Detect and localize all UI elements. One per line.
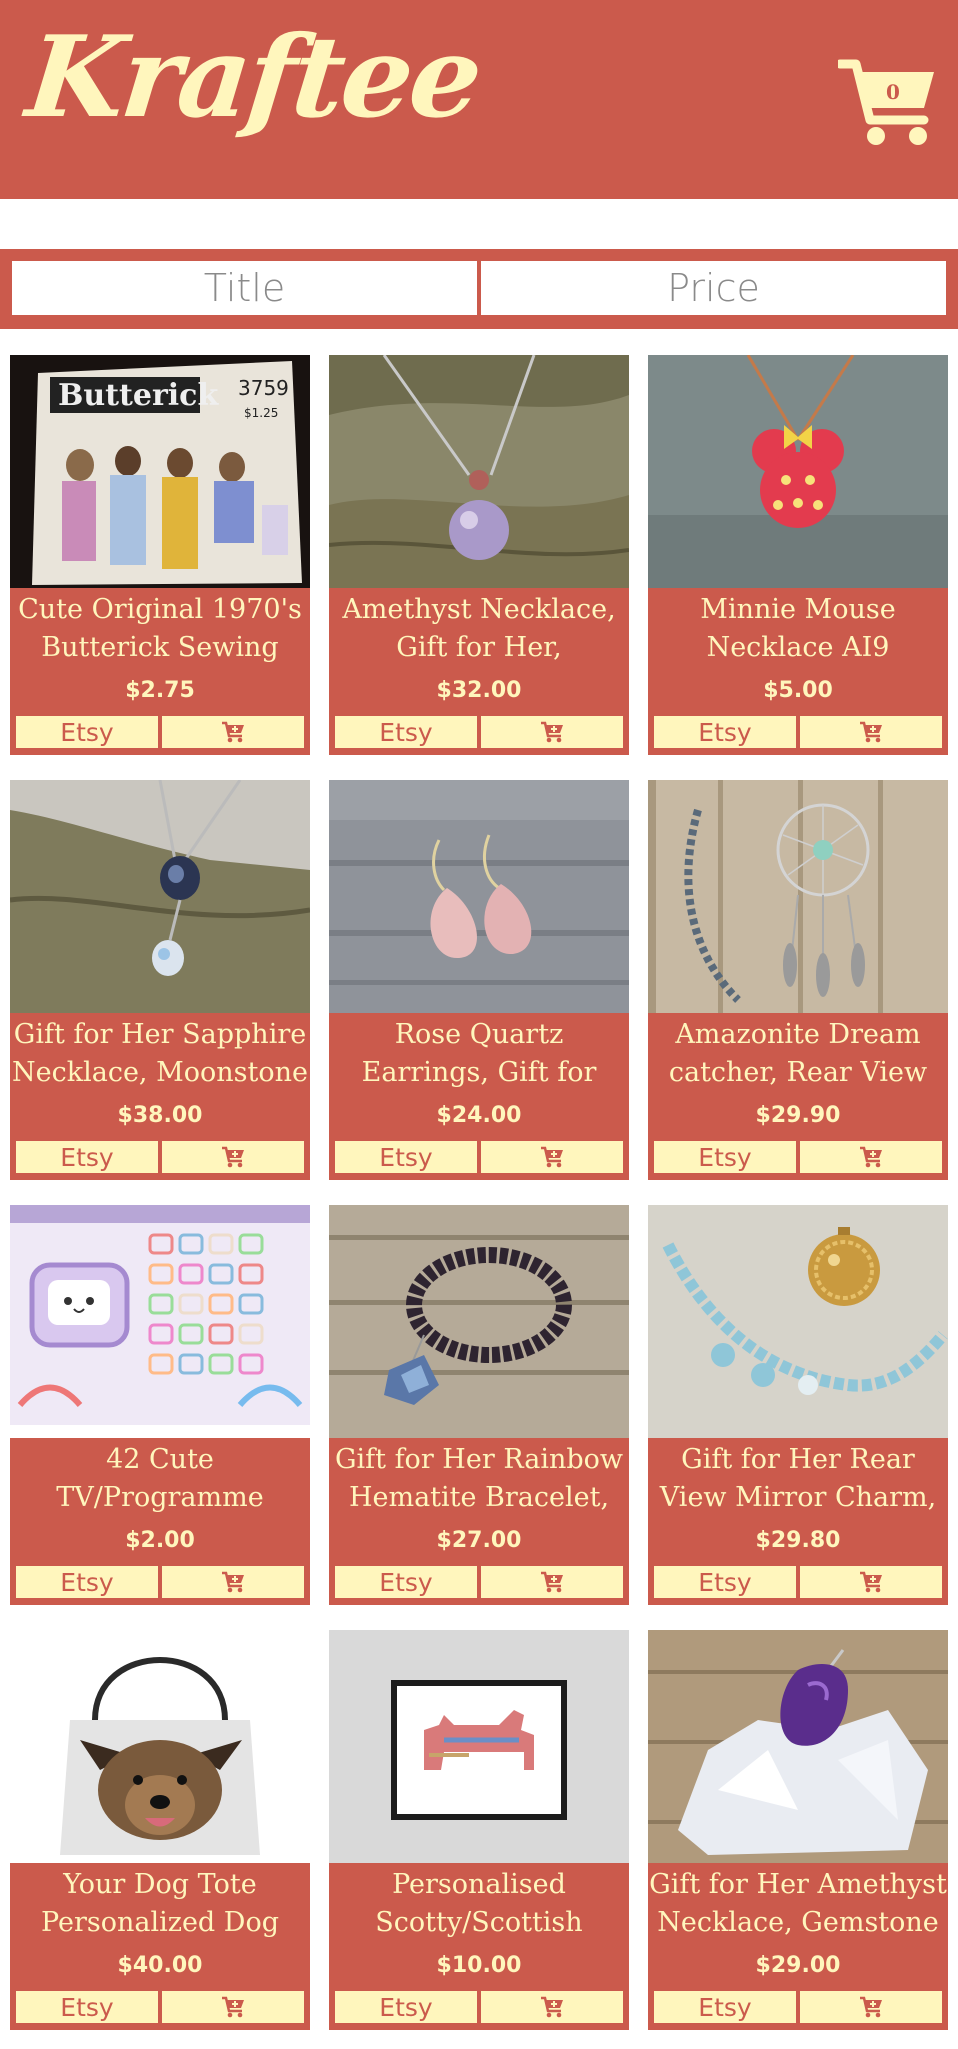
product-card[interactable]: Amethyst Necklace, Gift for Her, $32.00 … bbox=[329, 355, 629, 755]
product-card[interactable]: Your Dog Tote Personalized Dog $40.00 Et… bbox=[10, 1630, 310, 2030]
etsy-button[interactable]: Etsy bbox=[333, 1989, 479, 2025]
product-price: $24.00 bbox=[436, 1103, 522, 1128]
etsy-button[interactable]: Etsy bbox=[652, 1564, 798, 1600]
add-to-cart-button[interactable] bbox=[479, 1139, 625, 1175]
etsy-button[interactable]: Etsy bbox=[333, 1139, 479, 1175]
product-image-tv-stickers[interactable] bbox=[10, 1205, 310, 1438]
cart-icon bbox=[860, 721, 882, 743]
product-card[interactable]: Gift for Her Sapphire Necklace, Moonston… bbox=[10, 780, 310, 1180]
add-to-cart-button[interactable] bbox=[798, 1989, 944, 2025]
add-to-cart-button[interactable] bbox=[798, 1139, 944, 1175]
product-title[interactable]: Gift for Her Rainbow Hematite Bracelet, bbox=[329, 1441, 629, 1517]
etsy-button[interactable]: Etsy bbox=[14, 1989, 160, 2025]
product-image-dog-tote[interactable] bbox=[10, 1630, 310, 1863]
product-card[interactable]: Butterick 3759 $1.25 Cute Original 1970'… bbox=[10, 355, 310, 755]
product-price: $5.00 bbox=[763, 678, 833, 703]
product-card[interactable]: Gift for Her Rear View Mirror Charm, $29… bbox=[648, 1205, 948, 1605]
product-title[interactable]: Amazonite Dream catcher, Rear View bbox=[648, 1016, 948, 1092]
product-image-mirror-charm[interactable] bbox=[648, 1205, 948, 1438]
product-image-hematite-bracelet[interactable] bbox=[329, 1205, 629, 1438]
product-card[interactable]: Personalised Scotty/Scottish $10.00 Etsy bbox=[329, 1630, 629, 2030]
cart-icon bbox=[222, 1571, 244, 1593]
product-price: $38.00 bbox=[117, 1103, 203, 1128]
product-card[interactable]: Amazonite Dream catcher, Rear View $29.9… bbox=[648, 780, 948, 1180]
site-header: Kraftee 0 bbox=[0, 0, 958, 199]
add-to-cart-button[interactable] bbox=[160, 1139, 306, 1175]
product-title[interactable]: Gift for Her Rear View Mirror Charm, bbox=[648, 1441, 948, 1517]
cart-icon bbox=[222, 1996, 244, 2018]
etsy-button[interactable]: Etsy bbox=[652, 1139, 798, 1175]
product-image-rose-quartz-earrings[interactable] bbox=[329, 780, 629, 1013]
product-image-amethyst-necklace[interactable] bbox=[329, 355, 629, 588]
sort-by-price-button[interactable]: Price bbox=[479, 259, 948, 317]
product-title[interactable]: Your Dog Tote Personalized Dog bbox=[10, 1866, 310, 1942]
cart-icon bbox=[541, 721, 563, 743]
cart-icon bbox=[860, 1571, 882, 1593]
product-title[interactable]: Amethyst Necklace, Gift for Her, bbox=[329, 591, 629, 667]
product-card[interactable]: Gift for Her Rainbow Hematite Bracelet, … bbox=[329, 1205, 629, 1605]
product-title[interactable]: 42 Cute TV/Programme bbox=[10, 1441, 310, 1517]
product-price: $2.00 bbox=[125, 1528, 195, 1553]
product-image-dream-catcher[interactable] bbox=[648, 780, 948, 1013]
product-price: $2.75 bbox=[125, 678, 195, 703]
etsy-button[interactable]: Etsy bbox=[652, 714, 798, 750]
add-to-cart-button[interactable] bbox=[798, 1564, 944, 1600]
etsy-button[interactable]: Etsy bbox=[14, 1139, 160, 1175]
etsy-button[interactable]: Etsy bbox=[333, 1564, 479, 1600]
product-title[interactable]: Personalised Scotty/Scottish bbox=[329, 1866, 629, 1942]
cart-icon bbox=[541, 1146, 563, 1168]
add-to-cart-button[interactable] bbox=[479, 1564, 625, 1600]
product-image-sewing-pattern[interactable]: Butterick 3759 $1.25 bbox=[10, 355, 310, 588]
product-card[interactable]: Rose Quartz Earrings, Gift for Her, Crys… bbox=[329, 780, 629, 1180]
add-to-cart-button[interactable] bbox=[160, 1989, 306, 2025]
svg-text:3759: 3759 bbox=[238, 376, 289, 400]
product-image-sapphire-necklace[interactable] bbox=[10, 780, 310, 1013]
product-title[interactable]: Rose Quartz Earrings, Gift for Her, Crys… bbox=[329, 1016, 629, 1092]
cart-icon bbox=[860, 1146, 882, 1168]
product-card[interactable]: Minnie Mouse Necklace AI9 $5.00 Etsy bbox=[648, 355, 948, 755]
cart-icon bbox=[222, 1146, 244, 1168]
etsy-button[interactable]: Etsy bbox=[14, 1564, 160, 1600]
product-price: $27.00 bbox=[436, 1528, 522, 1553]
product-price: $29.90 bbox=[755, 1103, 841, 1128]
product-title[interactable]: Gift for Her Sapphire Necklace, Moonston… bbox=[10, 1016, 310, 1092]
etsy-button[interactable]: Etsy bbox=[333, 714, 479, 750]
cart-icon bbox=[222, 721, 244, 743]
svg-text:Butterick: Butterick bbox=[58, 378, 219, 413]
add-to-cart-button[interactable] bbox=[160, 1564, 306, 1600]
cart-icon bbox=[541, 1996, 563, 2018]
product-title[interactable]: Minnie Mouse Necklace AI9 bbox=[648, 591, 948, 667]
cart-icon bbox=[860, 1996, 882, 2018]
product-image-scotty-print[interactable] bbox=[329, 1630, 629, 1863]
sort-by-title-button[interactable]: Title bbox=[10, 259, 479, 317]
product-price: $32.00 bbox=[436, 678, 522, 703]
product-image-minnie-necklace[interactable] bbox=[648, 355, 948, 588]
add-to-cart-button[interactable] bbox=[479, 1989, 625, 2025]
product-title[interactable]: Cute Original 1970's Butterick Sewing bbox=[10, 591, 310, 667]
product-price: $29.00 bbox=[755, 1953, 841, 1978]
sort-bar: Title Price bbox=[0, 249, 958, 329]
product-card[interactable]: 42 Cute TV/Programme $2.00 Etsy bbox=[10, 1205, 310, 1605]
svg-text:$1.25: $1.25 bbox=[244, 406, 278, 420]
brand-logo[interactable]: Kraftee bbox=[21, 12, 485, 143]
add-to-cart-button[interactable] bbox=[798, 714, 944, 750]
product-card[interactable]: Gift for Her Amethyst Necklace, Gemstone… bbox=[648, 1630, 948, 2030]
add-to-cart-button[interactable] bbox=[160, 714, 306, 750]
etsy-button[interactable]: Etsy bbox=[14, 714, 160, 750]
cart-icon bbox=[541, 1571, 563, 1593]
etsy-button[interactable]: Etsy bbox=[652, 1989, 798, 2025]
product-price: $29.80 bbox=[755, 1528, 841, 1553]
product-price: $10.00 bbox=[436, 1953, 522, 1978]
add-to-cart-button[interactable] bbox=[479, 714, 625, 750]
cart-count: 0 bbox=[886, 80, 900, 104]
product-price: $40.00 bbox=[117, 1953, 203, 1978]
product-title[interactable]: Gift for Her Amethyst Necklace, Gemstone bbox=[648, 1866, 948, 1942]
product-image-amethyst-gemstone[interactable] bbox=[648, 1630, 948, 1863]
